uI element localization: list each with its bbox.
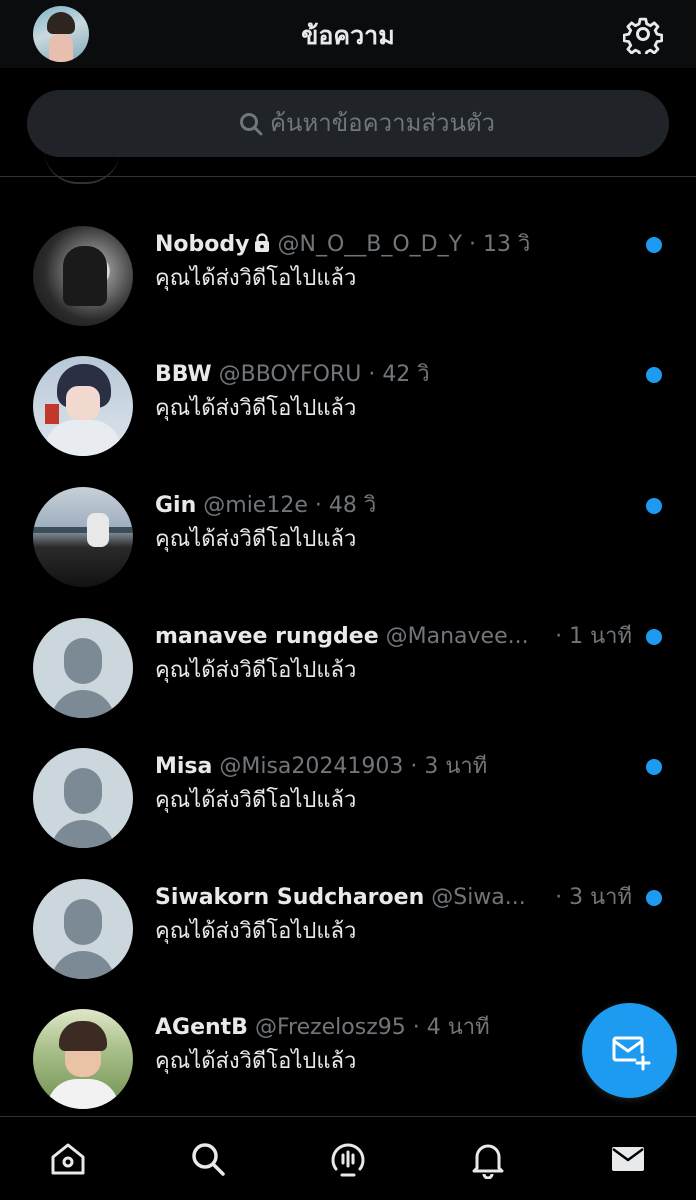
avatar[interactable] [33, 226, 133, 326]
avatar-hair [59, 1021, 107, 1051]
home-icon [51, 1143, 85, 1175]
timestamp: · 13 วิ [469, 232, 531, 257]
conversation-row[interactable]: Gin @mie12e · 48 วิ คุณได้ส่งวิดีโอไปแล้… [0, 487, 696, 618]
avatar[interactable] [33, 356, 133, 456]
top-bar: ข้อความ [0, 0, 696, 68]
conversation-header: AGentB @Frezelosz95 · 4 นาที [155, 1011, 576, 1045]
default-avatar-shoulders [51, 951, 115, 979]
conversation-row[interactable]: Siwakorn Sudcharoen @Siwa... · 3 นาที คุ… [0, 879, 696, 1010]
unread-dot [646, 237, 662, 253]
conversation-header: Siwakorn Sudcharoen @Siwa... [155, 881, 546, 915]
user-handle: @Misa20241903 [219, 754, 404, 779]
avatar-face [66, 386, 100, 420]
display-name: Siwakorn Sudcharoen [155, 885, 425, 910]
conversation-row[interactable]: Nobody @N_O__B_O_D_Y · 13 วิ คุณได้ส่งวิด… [0, 226, 696, 357]
divider [0, 176, 696, 177]
unread-dot [646, 367, 662, 383]
avatar[interactable] [33, 748, 133, 848]
timestamp: · 1 นาที [555, 624, 632, 649]
timestamp: · 4 นาที [412, 1015, 490, 1040]
message-preview: คุณได้ส่งวิดีโอไปแล้ว [155, 266, 357, 291]
unread-dot [646, 629, 662, 645]
default-avatar-shoulders [51, 690, 115, 718]
page-title: ข้อความ [301, 21, 395, 50]
new-message-button[interactable] [582, 1003, 677, 1098]
user-handle: @BBOYFORU [218, 362, 362, 387]
conversation-header: Gin @mie12e · 48 วิ [155, 489, 636, 523]
timestamp: · 3 นาที [410, 754, 488, 779]
new-message-icon [612, 1036, 651, 1071]
default-avatar-head [64, 638, 102, 684]
nav-home[interactable] [48, 1139, 88, 1179]
message-preview: คุณได้ส่งวิดีโอไปแล้ว [155, 527, 357, 552]
gear-icon [622, 17, 664, 59]
search-icon [240, 113, 263, 136]
mail-icon [612, 1147, 644, 1171]
search-bar[interactable] [27, 90, 669, 157]
lock-icon [255, 233, 270, 252]
unread-dot [646, 890, 662, 906]
avatar-scarf [45, 404, 59, 424]
search-input[interactable] [270, 102, 600, 144]
display-name: Misa [155, 754, 213, 779]
nav-spaces[interactable] [328, 1139, 368, 1179]
message-preview: คุณได้ส่งวิดีโอไปแล้ว [155, 396, 357, 421]
timestamp: · 3 นาที [555, 885, 632, 910]
spaces-icon [331, 1143, 365, 1177]
message-preview: คุณได้ส่งวิดีโอไปแล้ว [155, 1049, 357, 1074]
message-preview: คุณได้ส่งวิดีโอไปแล้ว [155, 919, 357, 944]
unread-dot [646, 759, 662, 775]
display-name: AGentB [155, 1015, 248, 1040]
messages-screen: ข้อความ Nobody @N_O__B_O_D_Y · 13 วิ คุณไ… [0, 0, 696, 1200]
display-name: BBW [155, 362, 212, 387]
timestamp: · 42 วิ [368, 362, 430, 387]
avatar[interactable] [33, 618, 133, 718]
user-handle: @Frezelosz95 [254, 1015, 406, 1040]
message-preview: คุณได้ส่งวิดีโอไปแล้ว [155, 788, 357, 813]
conversation-header: BBW @BBOYFORU · 42 วิ [155, 358, 636, 392]
avatar[interactable] [33, 1009, 133, 1109]
avatar[interactable] [33, 487, 133, 587]
avatar-shirt [47, 1079, 119, 1109]
user-handle: @mie12e [203, 493, 308, 518]
avatar[interactable] [33, 879, 133, 979]
conversation-row[interactable]: BBW @BBOYFORU · 42 วิ คุณได้ส่งวิดีโอไปแ… [0, 356, 696, 487]
avatar-figure [63, 246, 107, 306]
conversation-header: Nobody @N_O__B_O_D_Y · 13 วิ [155, 228, 636, 262]
nav-notifications[interactable] [468, 1139, 508, 1180]
avatar-person [87, 513, 109, 547]
partial-avatar-outline [44, 150, 120, 184]
display-name: Gin [155, 493, 197, 518]
display-name: Nobody [155, 232, 250, 257]
display-name: manavee rungdee [155, 624, 379, 649]
conversation-header: Misa @Misa20241903 · 3 นาที [155, 750, 636, 784]
nav-search[interactable] [188, 1139, 228, 1179]
bell-icon [472, 1144, 504, 1180]
timestamp: · 48 วิ [314, 493, 377, 518]
nav-messages[interactable] [608, 1139, 648, 1179]
default-avatar-head [64, 899, 102, 945]
avatar-coat [45, 420, 121, 456]
user-handle: @Manavee... [385, 624, 529, 649]
user-handle: @N_O__B_O_D_Y [277, 232, 463, 257]
conversation-header: manavee rungdee @Manavee... [155, 620, 546, 654]
search-icon [192, 1143, 225, 1176]
avatar-bar [33, 527, 133, 533]
conversation-row[interactable]: Misa @Misa20241903 · 3 นาที คุณได้ส่งวิด… [0, 748, 696, 879]
conversation-row[interactable]: manavee rungdee @Manavee... · 1 นาที คุณ… [0, 618, 696, 749]
settings-button[interactable] [622, 14, 664, 59]
unread-dot [646, 498, 662, 514]
default-avatar-shoulders [51, 820, 115, 848]
bottom-nav [0, 1116, 696, 1200]
default-avatar-head [64, 768, 102, 814]
message-preview: คุณได้ส่งวิดีโอไปแล้ว [155, 658, 357, 683]
user-handle: @Siwa... [431, 885, 526, 910]
